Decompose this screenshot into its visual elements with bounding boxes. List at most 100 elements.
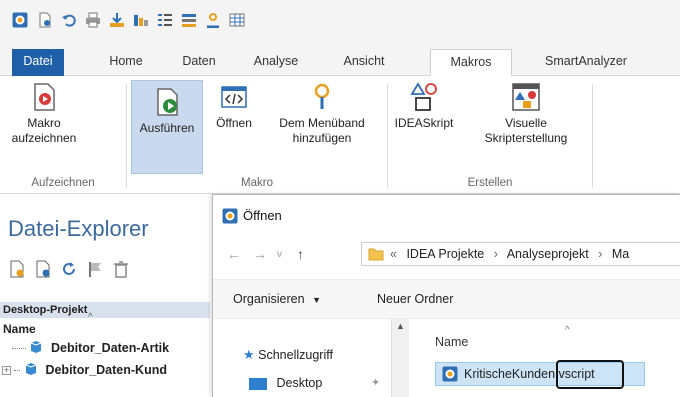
run-macro-icon <box>152 87 182 117</box>
tab-analyse[interactable]: Analyse <box>244 49 308 76</box>
run-macro-label: Ausführen <box>139 121 195 135</box>
file-item[interactable]: KritischeKunden.vscript <box>435 360 645 389</box>
file-list-pane: Name ^ KritischeKunden.vscript <box>409 319 680 397</box>
visual-scripting-button[interactable]: Visuelle Skripterstellung <box>466 82 586 174</box>
ribbon-tabs: Datei Home Daten Analyse Ansicht Makros … <box>0 44 680 76</box>
group-separator <box>592 84 593 188</box>
field-stats-icon[interactable] <box>133 12 149 28</box>
grid-icon[interactable] <box>229 12 245 28</box>
user-icon[interactable] <box>205 12 221 28</box>
recent-locations-icon[interactable]: v <box>277 249 282 260</box>
undo-icon[interactable] <box>61 12 77 28</box>
tree-item[interactable]: Debitor_Daten-Artik <box>12 340 169 357</box>
visual-script-icon <box>511 82 541 112</box>
breadcrumb-separator: › <box>598 247 603 261</box>
quick-access-toolbar <box>0 0 680 44</box>
nav-item-desktop[interactable]: Desktop <box>249 376 322 390</box>
sort-up-icon: ^ <box>565 325 570 336</box>
visual-scripting-label-2: Skripterstellung <box>484 131 568 145</box>
new-folder-button[interactable]: Neuer Ordner <box>377 292 453 306</box>
index-icon[interactable] <box>181 12 197 28</box>
database-icon <box>29 340 43 357</box>
ribbon-panel: Makro aufzeichnen Ausführen Öffnen Dem M… <box>0 76 680 194</box>
tab-makros[interactable]: Makros <box>430 49 512 76</box>
delete-icon[interactable] <box>112 260 130 278</box>
idea-logo-icon <box>222 208 238 227</box>
open-macro-button[interactable]: Öffnen <box>207 82 261 174</box>
scroll-up-icon[interactable]: ▲ <box>396 321 405 331</box>
breadcrumb-separator: › <box>493 247 498 261</box>
desktop-icon <box>249 377 267 390</box>
extension-highlight-box <box>556 360 624 389</box>
explorer-project-header: Desktop-Projekt <box>0 302 210 318</box>
up-arrow-icon[interactable]: ↑ <box>297 246 304 262</box>
idea-logo-icon <box>12 12 28 28</box>
tree-item-label: Debitor_Daten-Artik <box>50 340 170 355</box>
dialog-title: Öffnen <box>243 208 282 223</box>
group-separator <box>387 84 388 188</box>
shapes-script-icon <box>409 82 439 112</box>
vscript-file-icon <box>442 366 458 385</box>
tab-smartanalyzer[interactable]: SmartAnalyzer <box>526 49 646 76</box>
organize-label: Organisieren <box>233 292 305 306</box>
nav-item-quick-access[interactable]: ★ Schnellzugriff <box>243 347 333 363</box>
record-macro-label-2: aufzeichnen <box>11 131 77 145</box>
dialog-toolbar: Organisieren ▼ Neuer Ordner <box>213 279 680 319</box>
breadcrumb-item[interactable]: Ma <box>612 247 629 261</box>
star-icon: ★ <box>243 347 255 362</box>
folder-icon <box>368 246 384 265</box>
tree-item[interactable]: + Debitor_Daten-Kund <box>2 362 167 379</box>
tab-home[interactable]: Home <box>98 49 154 76</box>
add-to-ribbon-label-2: hinzufügen <box>292 131 352 145</box>
sort-up-icon: ^ <box>88 312 93 323</box>
ideascript-button[interactable]: IDEASkript <box>390 82 458 174</box>
file-explorer-pane: Datei-Explorer Desktop-Projekt Name ^ De… <box>0 194 210 397</box>
record-macro-icon <box>29 82 59 112</box>
import-icon[interactable] <box>109 12 125 28</box>
tab-daten[interactable]: Daten <box>170 49 228 76</box>
navigation-pane: ★ Schnellzugriff Desktop ✦ <box>213 319 391 397</box>
tab-datei[interactable]: Datei <box>12 49 64 76</box>
file-basename: KritischeKunden <box>464 367 556 381</box>
refresh-icon[interactable] <box>60 260 78 278</box>
breadcrumb-item[interactable]: Analyseprojekt <box>507 247 589 261</box>
record-macro-label-1: Makro <box>27 116 61 130</box>
script-brackets-icon <box>219 82 249 112</box>
back-arrow-icon[interactable]: ← <box>227 246 241 262</box>
add-to-ribbon-label-1: Dem Menüband <box>279 116 365 130</box>
print-icon[interactable] <box>85 12 101 28</box>
group-label-macro: Makro <box>241 177 273 189</box>
navigation-scrollbar[interactable]: ▲ <box>391 319 409 397</box>
open-dialog: Öffnen ← → v ↑ « IDEA Projekte › Analyse… <box>212 194 680 397</box>
group-separator <box>126 84 127 188</box>
run-macro-button[interactable]: Ausführen <box>131 80 203 174</box>
new-file-icon[interactable] <box>8 260 26 278</box>
record-macro-button[interactable]: Makro aufzeichnen <box>6 82 82 174</box>
address-bar[interactable]: « IDEA Projekte › Analyseprojekt › Ma <box>361 242 680 266</box>
forward-arrow-icon[interactable]: → <box>253 246 267 262</box>
pin-icon[interactable]: ✦ <box>371 376 380 389</box>
breadcrumb-item[interactable]: IDEA Projekte <box>406 247 484 261</box>
open-macro-label: Öffnen <box>216 116 252 130</box>
flag-icon[interactable] <box>86 260 104 278</box>
nav-item-label: Desktop <box>276 376 323 390</box>
address-prefix: « <box>390 247 397 261</box>
visual-scripting-label-1: Visuelle <box>505 116 547 130</box>
expand-plus-icon[interactable]: + <box>2 366 11 375</box>
ideascript-label: IDEASkript <box>394 116 454 130</box>
tab-ansicht[interactable]: Ansicht <box>324 49 404 76</box>
pin-ribbon-icon <box>307 82 337 112</box>
chevron-down-icon: ▼ <box>312 295 321 305</box>
nav-item-label: Schnellzugriff <box>258 348 333 362</box>
new-project-file-icon[interactable] <box>34 260 52 278</box>
new-project-icon[interactable] <box>37 12 53 28</box>
group-label-record: Aufzeichnen <box>31 177 95 189</box>
explorer-title: Datei-Explorer <box>8 216 149 241</box>
file-column-name[interactable]: Name <box>435 335 468 349</box>
sort-icon[interactable] <box>157 12 173 28</box>
explorer-column-name[interactable]: Name <box>3 322 36 336</box>
add-to-ribbon-button[interactable]: Dem Menüband hinzufügen <box>262 82 382 174</box>
group-label-create: Erstellen <box>467 177 513 189</box>
organize-button[interactable]: Organisieren ▼ <box>233 292 321 306</box>
tree-item-label: Debitor_Daten-Kund <box>45 362 167 377</box>
